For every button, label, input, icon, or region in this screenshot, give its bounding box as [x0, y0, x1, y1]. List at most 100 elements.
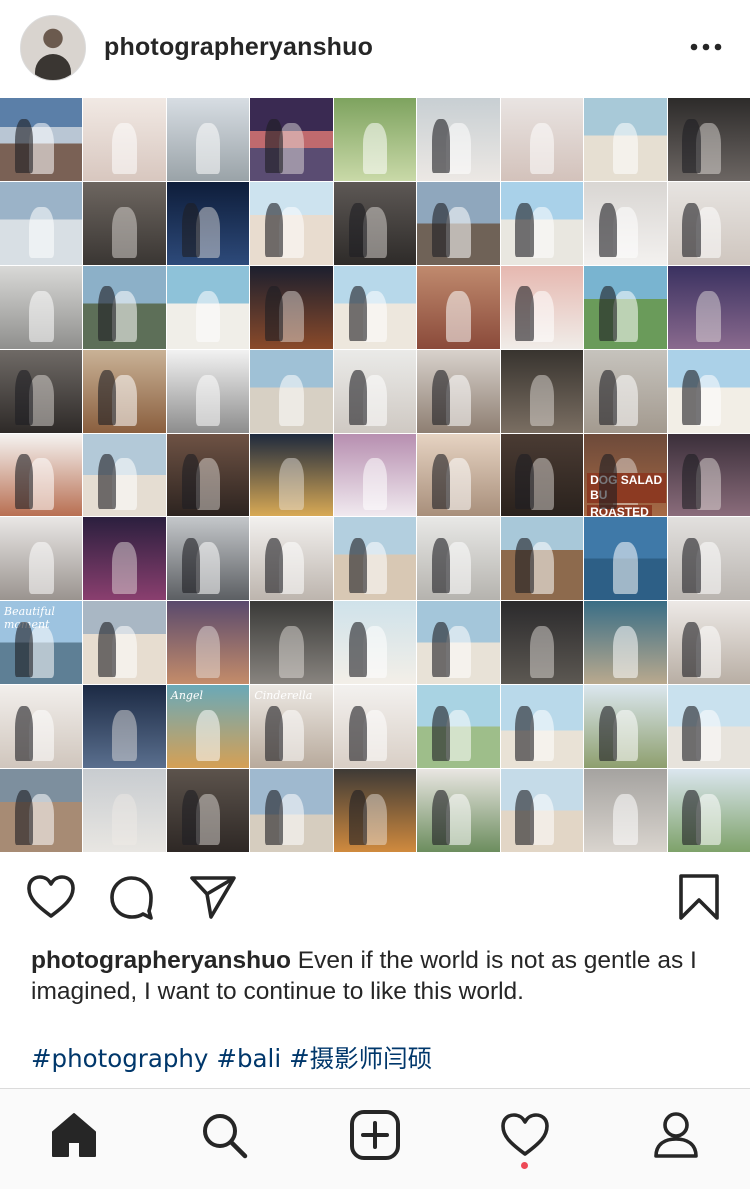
- nav-search[interactable]: [194, 1107, 254, 1167]
- post-actions: [0, 852, 750, 944]
- collage-photo: [667, 98, 750, 181]
- collage-photo: [667, 601, 750, 685]
- collage-photo: [250, 181, 333, 265]
- collage-photo: [667, 769, 750, 852]
- profile-icon: [651, 1110, 701, 1165]
- collage-photo: [584, 601, 667, 685]
- collage-photo: [83, 181, 166, 265]
- comment-button[interactable]: [104, 872, 158, 926]
- collage-photo: [83, 685, 166, 769]
- caption-username[interactable]: photographeryanshuo: [31, 947, 291, 974]
- heart-icon: [26, 874, 76, 925]
- hashtag-link[interactable]: #photography: [31, 1044, 208, 1073]
- collage-photo: [417, 181, 500, 265]
- collage-photo: [83, 601, 166, 685]
- collage-photo: [417, 265, 500, 349]
- collage-photo: [417, 517, 500, 601]
- avatar[interactable]: [20, 15, 86, 81]
- collage-photo: [584, 769, 667, 852]
- collage-photo: [0, 769, 83, 852]
- collage-photo: Cinderella: [250, 685, 333, 769]
- collage-photo: [333, 433, 417, 517]
- sign-line: DOG SALAD BU: [587, 472, 666, 503]
- hashtag-link[interactable]: #摄影师闫硕: [289, 1044, 432, 1073]
- collage-photo: [500, 349, 584, 433]
- collage-photo: [333, 349, 417, 433]
- nav-activity[interactable]: [495, 1107, 555, 1167]
- collage-photo: [83, 265, 166, 349]
- collage-photo: [250, 517, 333, 601]
- collage-photo: [333, 98, 417, 181]
- more-dots-icon: [690, 38, 722, 56]
- collage-photo: [417, 601, 500, 685]
- collage-photo: [166, 181, 250, 265]
- send-icon: [189, 874, 237, 925]
- collage-photo: [500, 685, 584, 769]
- collage-photo: [250, 601, 333, 685]
- collage-photo: [166, 433, 250, 517]
- hashtag-link[interactable]: #bali: [216, 1044, 281, 1073]
- post-caption: photographeryanshuo Even if the world is…: [31, 945, 721, 1007]
- collage-photo: [83, 433, 166, 517]
- collage-photo: [667, 685, 750, 769]
- add-post-icon: [349, 1109, 401, 1166]
- activity-heart-icon: [500, 1112, 550, 1163]
- collage-photo: [250, 265, 333, 349]
- collage-photo: [500, 433, 584, 517]
- nav-new-post[interactable]: [345, 1107, 405, 1167]
- collage-photo: [166, 517, 250, 601]
- collage-photo: [667, 265, 750, 349]
- collage-photo: [333, 769, 417, 852]
- collage-photo: [584, 517, 667, 601]
- collage-photo: Beautiful moment: [0, 601, 83, 685]
- post-image-collage[interactable]: DOG SALAD BU ROASTED Beautiful moment Angel…: [0, 98, 750, 852]
- collage-photo: [333, 265, 417, 349]
- nav-profile[interactable]: [646, 1107, 706, 1167]
- share-button[interactable]: [186, 872, 240, 926]
- collage-photo: [0, 265, 83, 349]
- collage-overlay-text: Cinderella: [254, 689, 313, 703]
- nav-home[interactable]: [44, 1107, 104, 1167]
- search-icon: [199, 1110, 249, 1165]
- like-button[interactable]: [24, 872, 78, 926]
- collage-photo: [500, 601, 584, 685]
- collage-photo: [584, 265, 667, 349]
- collage-photo: [500, 769, 584, 852]
- post-header: photographeryanshuo: [0, 0, 750, 96]
- collage-photo: Angel: [166, 685, 250, 769]
- more-options-button[interactable]: [684, 32, 728, 62]
- collage-photo: [166, 265, 250, 349]
- collage-sign-text: DOG SALAD BU ROASTED: [586, 472, 666, 517]
- collage-photo: [83, 769, 166, 852]
- collage-photo: [667, 349, 750, 433]
- collage-photo: [0, 349, 83, 433]
- hashtag-list: #photography #bali #摄影师闫硕: [31, 1040, 440, 1075]
- collage-photo: [584, 349, 667, 433]
- collage-photo: [584, 98, 667, 181]
- collage-photo: [83, 98, 166, 181]
- collage-overlay-text: Angel: [170, 689, 203, 703]
- bottom-navigation-bar: [0, 1088, 750, 1189]
- collage-overlay-text: Beautiful moment: [4, 605, 55, 632]
- bookmark-icon: [678, 873, 720, 926]
- activity-notification-dot: [521, 1162, 528, 1169]
- collage-photo: [0, 181, 83, 265]
- collage-photo: [0, 685, 83, 769]
- collage-photo: [417, 98, 500, 181]
- collage-photo: [667, 433, 750, 517]
- home-icon: [49, 1110, 99, 1165]
- collage-photo: [584, 685, 667, 769]
- post-username[interactable]: photographeryanshuo: [104, 33, 373, 62]
- collage-photo: [250, 769, 333, 852]
- collage-photo: [83, 349, 166, 433]
- collage-photo: [250, 349, 333, 433]
- collage-photo: [333, 685, 417, 769]
- collage-photo: [333, 517, 417, 601]
- collage-photo: [166, 98, 250, 181]
- collage-photo: [333, 181, 417, 265]
- collage-photo: [250, 433, 333, 517]
- save-button[interactable]: [672, 872, 726, 926]
- collage-photo: [667, 181, 750, 265]
- collage-photo: [500, 181, 584, 265]
- collage-photo: [0, 433, 83, 517]
